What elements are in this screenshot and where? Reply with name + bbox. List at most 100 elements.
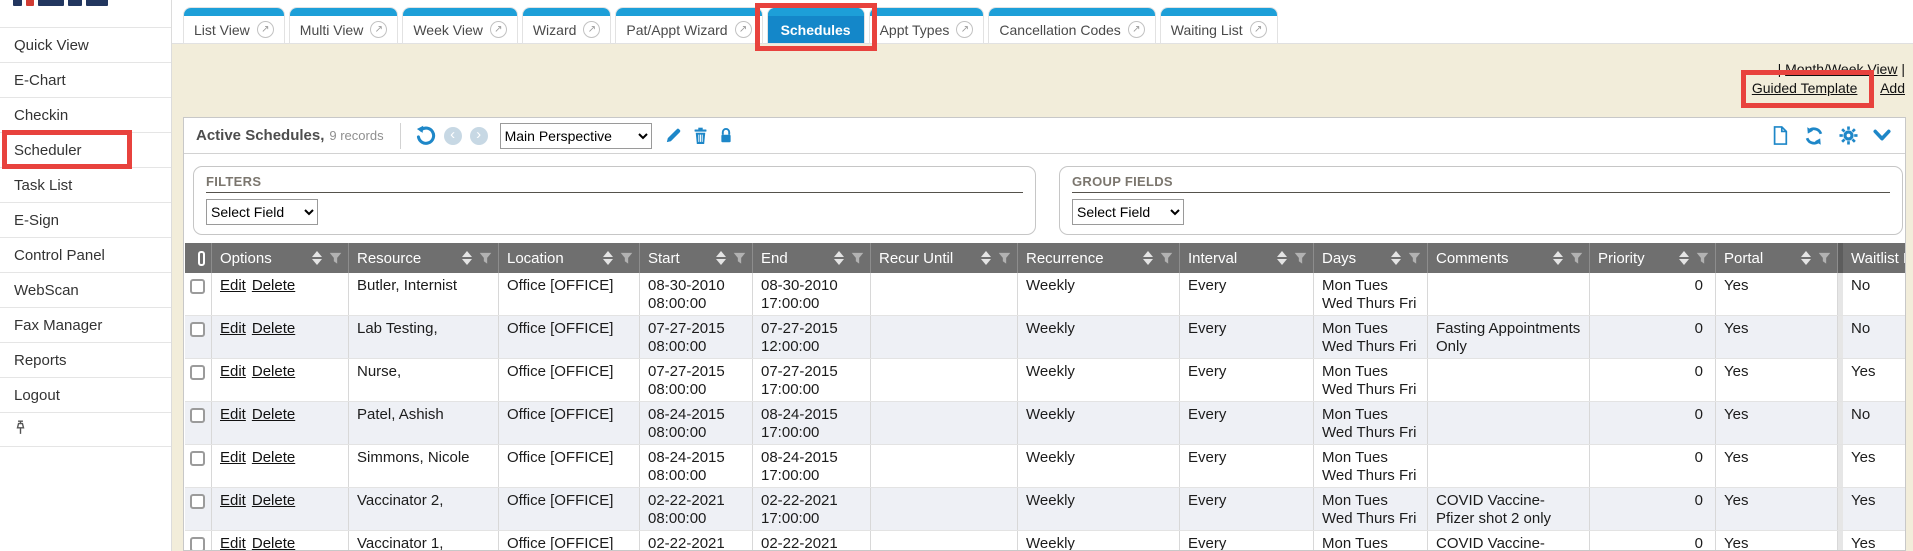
add-link[interactable]: Add xyxy=(1880,80,1905,96)
tab-multi-view[interactable]: Multi View↗ xyxy=(290,8,398,43)
tab-cancellation-codes[interactable]: Cancellation Codes↗ xyxy=(989,8,1154,43)
gear-icon[interactable] xyxy=(1839,126,1858,145)
group-fields-field-select[interactable]: Select Field xyxy=(1072,199,1184,225)
trash-icon[interactable] xyxy=(692,126,709,145)
edit-link[interactable]: Edit xyxy=(220,535,246,551)
edit-link[interactable]: Edit xyxy=(220,449,246,466)
tab-wizard[interactable]: Wizard↗ xyxy=(523,8,611,43)
column-header-interval[interactable]: Interval xyxy=(1180,243,1314,273)
delete-link[interactable]: Delete xyxy=(252,363,295,380)
delete-link[interactable]: Delete xyxy=(252,320,295,337)
row-checkbox[interactable] xyxy=(190,537,205,551)
filter-funnel-icon[interactable] xyxy=(1294,252,1307,265)
column-header-recurrence[interactable]: Recurrence xyxy=(1018,243,1180,273)
sidebar-item-reports[interactable]: Reports xyxy=(0,342,171,377)
delete-link[interactable]: Delete xyxy=(252,277,295,294)
refresh-icon[interactable] xyxy=(1804,126,1824,146)
filter-funnel-icon[interactable] xyxy=(1696,252,1709,265)
edit-link[interactable]: Edit xyxy=(220,277,246,294)
sidebar-item-checkin[interactable]: Checkin xyxy=(0,97,171,132)
undo-icon[interactable] xyxy=(415,125,436,146)
filter-funnel-icon[interactable] xyxy=(1408,252,1421,265)
edit-link[interactable]: Edit xyxy=(220,363,246,380)
row-checkbox[interactable] xyxy=(190,408,205,423)
tab-waiting-list[interactable]: Waiting List↗ xyxy=(1161,8,1277,43)
column-header-options[interactable]: Options xyxy=(212,243,349,273)
open-external-icon[interactable]: ↗ xyxy=(370,21,387,38)
open-external-icon[interactable]: ↗ xyxy=(257,21,274,38)
delete-link[interactable]: Delete xyxy=(252,492,295,509)
delete-link[interactable]: Delete xyxy=(252,535,295,551)
tab-schedules[interactable]: Schedules xyxy=(768,8,864,43)
filter-funnel-icon[interactable] xyxy=(1160,252,1173,265)
row-checkbox[interactable] xyxy=(190,365,205,380)
column-header-resource[interactable]: Resource xyxy=(349,243,499,273)
sort-icon[interactable] xyxy=(1679,251,1689,265)
tab-pat-appt-wizard[interactable]: Pat/Appt Wizard↗ xyxy=(616,8,761,43)
edit-pencil-icon[interactable] xyxy=(664,126,683,145)
column-header-location[interactable]: Location xyxy=(499,243,640,273)
open-external-icon[interactable]: ↗ xyxy=(1250,21,1267,38)
sidebar-item-control-panel[interactable]: Control Panel xyxy=(0,237,171,272)
sort-icon[interactable] xyxy=(1553,251,1563,265)
sidebar-item-quick-view[interactable]: Quick View xyxy=(0,27,171,62)
open-external-icon[interactable]: ↗ xyxy=(490,21,507,38)
sort-icon[interactable] xyxy=(603,251,613,265)
filter-funnel-icon[interactable] xyxy=(1818,252,1831,265)
column-header-waitlist-po[interactable]: Waitlist Po xyxy=(1838,243,1906,273)
sort-icon[interactable] xyxy=(1143,251,1153,265)
filter-funnel-icon[interactable] xyxy=(479,252,492,265)
sidebar-item-e-chart[interactable]: E-Chart xyxy=(0,62,171,97)
sidebar-item-webscan[interactable]: WebScan xyxy=(0,272,171,307)
column-header-priority[interactable]: Priority xyxy=(1590,243,1716,273)
select-all-checkbox[interactable] xyxy=(198,251,205,266)
next-icon[interactable]: › xyxy=(470,127,488,145)
column-header-start[interactable]: Start xyxy=(640,243,753,273)
row-checkbox[interactable] xyxy=(190,322,205,337)
sort-icon[interactable] xyxy=(981,251,991,265)
column-header-end[interactable]: End xyxy=(753,243,871,273)
sort-icon[interactable] xyxy=(1391,251,1401,265)
filter-funnel-icon[interactable] xyxy=(998,252,1011,265)
row-checkbox[interactable] xyxy=(190,451,205,466)
filter-funnel-icon[interactable] xyxy=(1570,252,1583,265)
row-checkbox[interactable] xyxy=(190,494,205,509)
sidebar-item-e-sign[interactable]: E-Sign xyxy=(0,202,171,237)
open-external-icon[interactable]: ↗ xyxy=(583,21,600,38)
edit-link[interactable]: Edit xyxy=(220,320,246,337)
column-header-days[interactable]: Days xyxy=(1314,243,1428,273)
open-external-icon[interactable]: ↗ xyxy=(1128,21,1145,38)
sort-icon[interactable] xyxy=(312,251,322,265)
filter-funnel-icon[interactable] xyxy=(620,252,633,265)
sort-icon[interactable] xyxy=(1277,251,1287,265)
prev-icon[interactable]: ‹ xyxy=(444,127,462,145)
sidebar-item-logout[interactable]: Logout xyxy=(0,377,171,412)
edit-link[interactable]: Edit xyxy=(220,406,246,423)
tab-appt-types[interactable]: Appt Types↗ xyxy=(870,8,984,43)
open-external-icon[interactable]: ↗ xyxy=(956,21,973,38)
delete-link[interactable]: Delete xyxy=(252,449,295,466)
pin-button[interactable] xyxy=(0,412,171,447)
perspective-select[interactable]: Main Perspective xyxy=(500,123,652,149)
column-header-recur-until[interactable]: Recur Until xyxy=(871,243,1018,273)
lock-icon[interactable] xyxy=(718,126,734,145)
sort-icon[interactable] xyxy=(1801,251,1811,265)
delete-link[interactable]: Delete xyxy=(252,406,295,423)
row-checkbox[interactable] xyxy=(190,279,205,294)
filter-funnel-icon[interactable] xyxy=(329,252,342,265)
edit-link[interactable]: Edit xyxy=(220,492,246,509)
tab-week-view[interactable]: Week View↗ xyxy=(403,8,517,43)
filter-funnel-icon[interactable] xyxy=(733,252,746,265)
new-document-icon[interactable] xyxy=(1771,125,1789,146)
tab-list-view[interactable]: List View↗ xyxy=(184,8,284,43)
sort-icon[interactable] xyxy=(462,251,472,265)
filters-field-select[interactable]: Select Field xyxy=(206,199,318,225)
month-week-view-link[interactable]: Month/Week View xyxy=(1785,61,1897,77)
sort-icon[interactable] xyxy=(834,251,844,265)
sort-icon[interactable] xyxy=(716,251,726,265)
open-external-icon[interactable]: ↗ xyxy=(735,21,752,38)
column-header-comments[interactable]: Comments xyxy=(1428,243,1590,273)
guided-template-link[interactable]: Guided Template xyxy=(1752,80,1858,96)
filter-funnel-icon[interactable] xyxy=(851,252,864,265)
sidebar-item-fax-manager[interactable]: Fax Manager xyxy=(0,307,171,342)
